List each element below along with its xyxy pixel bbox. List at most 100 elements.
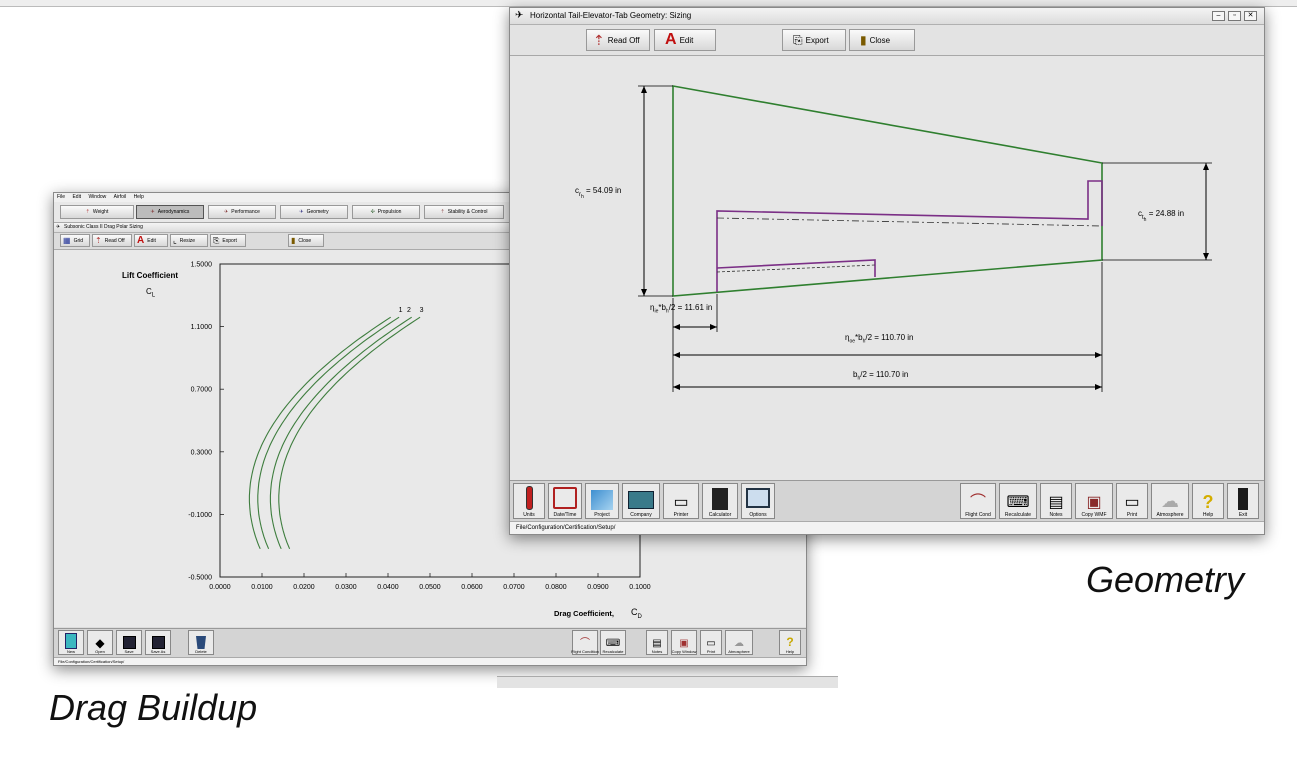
close-icon[interactable]: ✕ xyxy=(1244,11,1257,21)
tail-planform-drawing xyxy=(638,85,1212,392)
close-icon: ▮ xyxy=(291,236,296,245)
tip-chord-label: cth = 24.88 in xyxy=(1138,209,1185,223)
save-as-button[interactable]: Save As xyxy=(145,630,171,655)
maximize-icon[interactable]: ▫ xyxy=(1228,11,1241,21)
project-icon xyxy=(591,490,613,510)
module-stability-button[interactable]: ⇡ Stability & Control xyxy=(424,205,504,219)
edit-button[interactable]: A Edit xyxy=(654,29,716,51)
flight-condition-icon: ⌒ xyxy=(969,494,986,511)
tail-outline xyxy=(672,85,1103,297)
read-off-button[interactable]: ⇡ Read Off xyxy=(92,234,132,247)
printer-icon: ▭ xyxy=(706,638,716,649)
export-icon: ⎘ xyxy=(793,32,803,47)
propeller-icon: ✣ xyxy=(370,209,375,215)
menu-window[interactable]: Window xyxy=(88,194,106,200)
x-tick-label: 0.1000 xyxy=(629,584,651,591)
y-tick-label: 1.1000 xyxy=(191,324,213,331)
copy-wmf-button[interactable]: ▣ Copy WMF xyxy=(1075,483,1113,519)
save-button[interactable]: Save xyxy=(116,630,142,655)
curve-label: 2 xyxy=(407,307,411,314)
arrow-head xyxy=(1203,253,1209,260)
semispan-label: bh/2 = 110.70 in xyxy=(853,370,909,382)
print-button[interactable]: ▭ Print xyxy=(1116,483,1148,519)
y-tick-label: -0.5000 xyxy=(188,575,212,582)
module-performance-button[interactable]: ✈ Performance xyxy=(208,205,276,219)
menu-help[interactable]: Help xyxy=(134,194,144,200)
menu-edit[interactable]: Edit xyxy=(72,194,81,200)
help-button[interactable]: ? Help xyxy=(779,630,801,655)
geometry-window: ✈ Horizontal Tail-Elevator-Tab Geometry:… xyxy=(509,7,1265,535)
resize-button[interactable]: ⌞ Resize xyxy=(170,234,208,247)
export-button[interactable]: ⎘ Export xyxy=(210,234,246,247)
printer-button[interactable]: ▭ Printer xyxy=(663,483,699,519)
y-tick-label: 0.3000 xyxy=(191,449,213,456)
aircraft-icon: ✈ xyxy=(150,209,155,215)
calculator-button[interactable]: Calculator xyxy=(702,483,738,519)
x-tick-label: 0.0900 xyxy=(587,584,609,591)
aircraft-icon: ✈ xyxy=(224,209,229,215)
atmosphere-button[interactable]: ☁ Atmosphere xyxy=(1151,483,1189,519)
white-panel-upper xyxy=(838,642,1284,694)
copy-window-icon: ▣ xyxy=(679,638,689,649)
arrow-head xyxy=(1095,352,1102,358)
curve-label: 3 xyxy=(420,307,424,314)
recalculate-button[interactable]: ⌨ Recalculate xyxy=(999,483,1037,519)
minimize-icon[interactable]: – xyxy=(1212,11,1225,21)
company-icon xyxy=(628,491,654,509)
help-icon: ? xyxy=(1202,492,1214,512)
module-geometry-button[interactable]: ✈ Geometry xyxy=(280,205,348,219)
x-tick-label: 0.0700 xyxy=(503,584,525,591)
drag-buildup-caption: Drag Buildup xyxy=(49,687,258,728)
close-button[interactable]: ▮ Close xyxy=(288,234,324,247)
new-button[interactable]: New xyxy=(58,630,84,655)
open-button[interactable]: ◆ Open xyxy=(87,630,113,655)
units-button[interactable]: Units xyxy=(513,483,545,519)
edit-icon: A xyxy=(137,235,145,246)
thermometer-icon xyxy=(525,486,533,510)
tab-file-configuration[interactable]: File/Configuration/Certification/Setup/ xyxy=(516,525,615,531)
help-button[interactable]: ? Help xyxy=(1192,483,1224,519)
date-time-button[interactable]: Date/Time xyxy=(548,483,582,519)
company-button[interactable]: Company xyxy=(622,483,660,519)
menu-airfoil[interactable]: Airfoil xyxy=(114,194,127,200)
notes-button[interactable]: ▤ Notes xyxy=(1040,483,1072,519)
exit-button[interactable]: Exit xyxy=(1227,483,1259,519)
close-button[interactable]: ▮ Close xyxy=(849,29,915,51)
options-button[interactable]: Options xyxy=(741,483,775,519)
atmosphere-button[interactable]: ☁ Atmosphere xyxy=(725,630,753,655)
read-off-button[interactable]: ⇡ Read Off xyxy=(586,29,650,51)
x-tick-label: 0.0000 xyxy=(209,584,231,591)
edit-button[interactable]: A Edit xyxy=(134,234,168,247)
notes-icon: ▤ xyxy=(1048,494,1064,511)
notes-button[interactable]: ▤ Notes xyxy=(646,630,668,655)
module-propulsion-button[interactable]: ✣ Propulsion xyxy=(352,205,420,219)
module-aerodynamics-button[interactable]: ✈ Aerodynamics xyxy=(136,205,204,219)
geometry-tab-bar: File/Configuration/Certification/Setup/ xyxy=(510,521,1264,534)
flight-condition-button[interactable]: ⌒ Flight Condition xyxy=(571,630,599,655)
recalculate-button[interactable]: ⌨ Recalculate xyxy=(600,630,626,655)
save-icon xyxy=(122,636,136,649)
menu-file[interactable]: File xyxy=(57,194,65,200)
weight-icon: ⇡ xyxy=(85,209,90,215)
polar-curve xyxy=(257,316,400,550)
module-weight-button[interactable]: ⇡ Weight xyxy=(60,205,134,219)
copy-window-button[interactable]: ▣ Copy Window xyxy=(671,630,697,655)
resize-icon: ⌞ xyxy=(173,236,177,245)
arrow-head xyxy=(673,384,680,390)
x-tick-label: 0.0500 xyxy=(419,584,441,591)
printer-icon: ▭ xyxy=(1124,494,1140,511)
grid-button[interactable]: ▦ Grid xyxy=(60,234,90,247)
export-button[interactable]: ⎘ Export xyxy=(782,29,846,51)
delete-button[interactable]: Delete xyxy=(188,630,214,655)
app-icon: ✈ xyxy=(56,224,61,230)
geometry-titlebar: ✈ Horizontal Tail-Elevator-Tab Geometry:… xyxy=(510,8,1264,25)
print-button[interactable]: ▭ Print xyxy=(700,630,722,655)
inboard-span-label: ηie*bh/2 = 11.61 in xyxy=(650,303,713,315)
close-icon: ▮ xyxy=(860,33,867,47)
curve-label: 1 xyxy=(399,307,403,314)
project-button[interactable]: Project xyxy=(585,483,619,519)
window-title: Horizontal Tail-Elevator-Tab Geometry: S… xyxy=(530,11,692,20)
outboard-span-label: ηoe*bh/2 = 110.70 in xyxy=(845,333,914,345)
flight-cond-button[interactable]: ⌒ Flight Cond xyxy=(960,483,996,519)
tab-file-configuration[interactable]: File/Configuration/Certification/Setup/ xyxy=(58,659,124,664)
